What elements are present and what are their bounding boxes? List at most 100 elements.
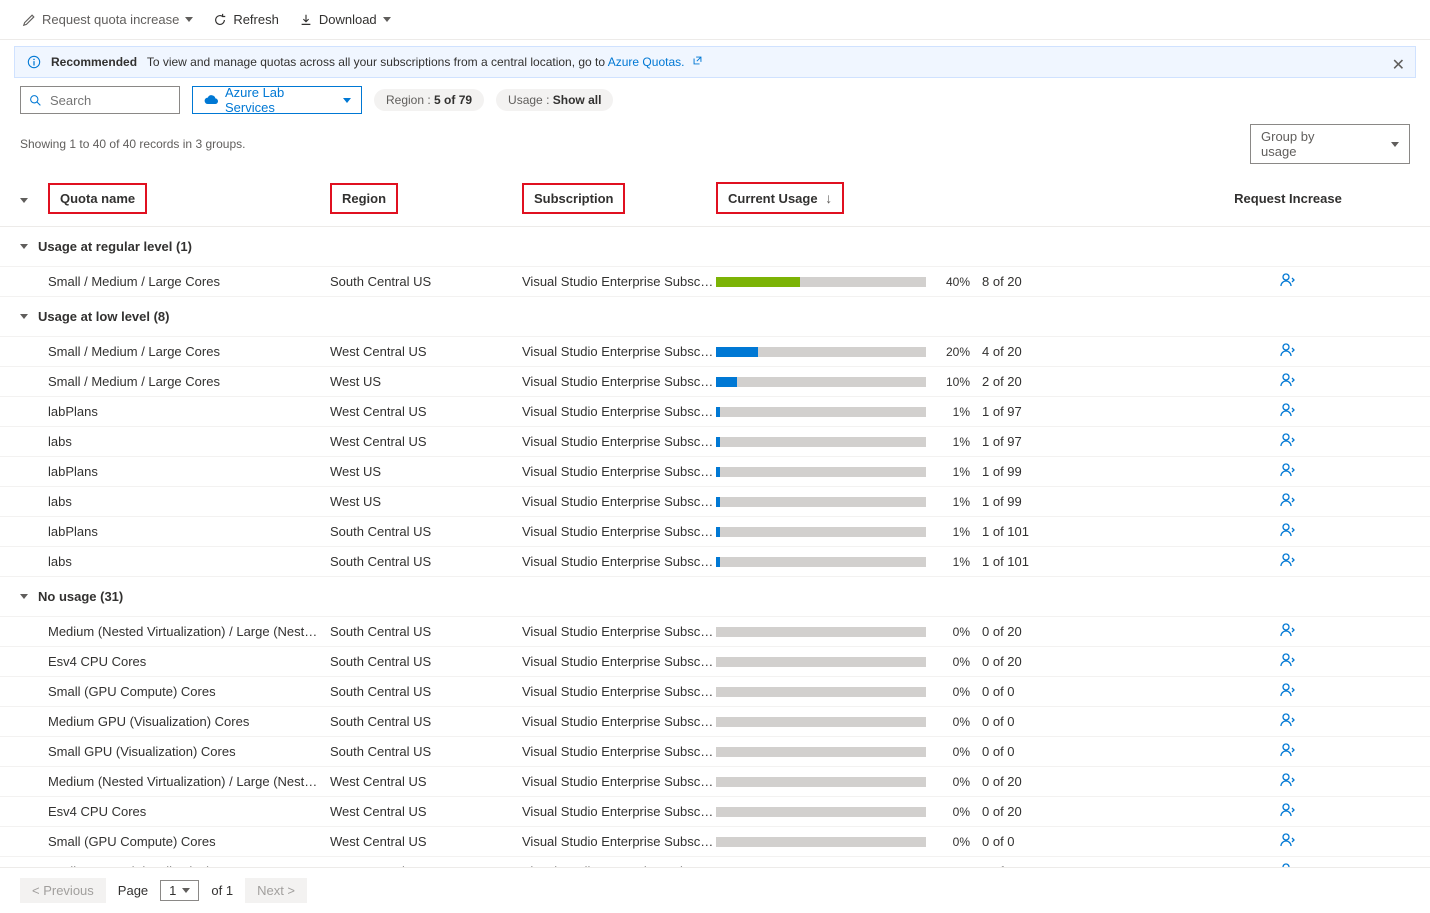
usage-pct: 1% xyxy=(936,555,970,569)
request-cell xyxy=(1166,802,1410,821)
col-region-label: Region xyxy=(342,191,386,206)
request-quota-button[interactable]: Request quota increase xyxy=(20,8,195,31)
status-row: Showing 1 to 40 of 40 records in 3 group… xyxy=(0,122,1430,168)
quota-cell: 0 of 20 xyxy=(976,774,1166,789)
table-body[interactable]: Usage at regular level (1)Small / Medium… xyxy=(0,227,1430,867)
sort-down-icon: ↓ xyxy=(825,190,832,206)
search-input[interactable] xyxy=(48,92,171,109)
azure-quotas-link[interactable]: Azure Quotas. xyxy=(608,55,685,69)
usage-filter[interactable]: Usage : Show all xyxy=(496,89,613,111)
subscription-cell: Visual Studio Enterprise Subscri... xyxy=(522,834,716,849)
quota-cell: 1 of 99 xyxy=(976,494,1166,509)
usage-cell: 0% xyxy=(716,625,976,639)
usage-bar xyxy=(716,557,926,567)
table-row: Small (GPU Compute) CoresSouth Central U… xyxy=(0,677,1430,707)
quota-name: labs xyxy=(48,554,330,569)
table-row: Esv4 CPU CoresSouth Central USVisual Stu… xyxy=(0,647,1430,677)
request-increase-button[interactable] xyxy=(1280,626,1296,641)
subscription-cell: Visual Studio Enterprise Subscri... xyxy=(522,434,716,449)
close-banner-button[interactable]: ✕ xyxy=(1392,55,1405,75)
request-increase-button[interactable] xyxy=(1280,686,1296,701)
cloud-icon xyxy=(203,93,219,107)
expand-all-toggle[interactable] xyxy=(20,198,28,203)
prev-page-button[interactable]: < Previous xyxy=(20,878,106,903)
request-increase-button[interactable] xyxy=(1280,866,1296,867)
usage-bar xyxy=(716,687,926,697)
usage-bar xyxy=(716,377,926,387)
banner-text: Recommended To view and manage quotas ac… xyxy=(51,55,703,69)
usage-bar xyxy=(716,437,926,447)
quota-cell: 4 of 20 xyxy=(976,344,1166,359)
col-request-increase[interactable]: Request Increase xyxy=(1234,191,1342,206)
region-cell: South Central US xyxy=(330,554,522,569)
region-pill-label: Region : xyxy=(386,93,434,107)
request-increase-button[interactable] xyxy=(1280,806,1296,821)
request-increase-button[interactable] xyxy=(1280,466,1296,481)
request-increase-button[interactable] xyxy=(1280,376,1296,391)
request-cell xyxy=(1166,462,1410,481)
request-increase-button[interactable] xyxy=(1280,656,1296,671)
chevron-down-icon xyxy=(20,244,28,249)
usage-pct: 0% xyxy=(936,835,970,849)
region-filter[interactable]: Region : 5 of 79 xyxy=(374,89,484,111)
request-increase-button[interactable] xyxy=(1280,276,1296,291)
col-quota-name[interactable]: Quota name xyxy=(48,183,147,214)
pencil-icon xyxy=(22,13,36,27)
refresh-button[interactable]: Refresh xyxy=(211,8,281,31)
col-region[interactable]: Region xyxy=(330,183,398,214)
download-icon xyxy=(299,13,313,27)
group-header[interactable]: Usage at regular level (1) xyxy=(0,227,1430,267)
chevron-down-icon xyxy=(20,594,28,599)
subscription-cell: Visual Studio Enterprise Subscri... xyxy=(522,864,716,867)
region-cell: South Central US xyxy=(330,714,522,729)
col-current-usage[interactable]: Current Usage ↓ xyxy=(716,182,844,214)
table-row: labPlansWest USVisual Studio Enterprise … xyxy=(0,457,1430,487)
request-increase-button[interactable] xyxy=(1280,776,1296,791)
search-input-wrap[interactable] xyxy=(20,86,180,114)
table-header: Quota name Region Subscription Current U… xyxy=(0,168,1430,227)
download-button[interactable]: Download xyxy=(297,8,393,31)
request-increase-button[interactable] xyxy=(1280,556,1296,571)
request-cell xyxy=(1166,832,1410,851)
page-select[interactable]: 1 xyxy=(160,880,199,901)
request-increase-button[interactable] xyxy=(1280,836,1296,851)
request-increase-button[interactable] xyxy=(1280,406,1296,421)
region-cell: South Central US xyxy=(330,654,522,669)
quota-cell: 0 of 0 xyxy=(976,714,1166,729)
usage-cell: 0% xyxy=(716,835,976,849)
col-subscription[interactable]: Subscription xyxy=(522,183,625,214)
group-by-label: Group by usage xyxy=(1261,129,1351,159)
quota-name: labPlans xyxy=(48,404,330,419)
request-increase-button[interactable] xyxy=(1280,496,1296,511)
request-increase-button[interactable] xyxy=(1280,526,1296,541)
request-increase-button[interactable] xyxy=(1280,346,1296,361)
provider-select[interactable]: Azure Lab Services xyxy=(192,86,362,114)
usage-pct: 10% xyxy=(936,375,970,389)
request-increase-button[interactable] xyxy=(1280,716,1296,731)
usage-cell: 0% xyxy=(716,865,976,868)
group-by-select[interactable]: Group by usage xyxy=(1250,124,1410,164)
request-increase-button[interactable] xyxy=(1280,436,1296,451)
request-cell xyxy=(1166,862,1410,867)
region-cell: West Central US xyxy=(330,434,522,449)
table-row: labPlansSouth Central USVisual Studio En… xyxy=(0,517,1430,547)
usage-pct: 20% xyxy=(936,345,970,359)
usage-bar xyxy=(716,837,926,847)
group-header[interactable]: No usage (31) xyxy=(0,577,1430,617)
usage-cell: 40% xyxy=(716,275,976,289)
chevron-down-icon xyxy=(1391,142,1399,147)
page-label: Page xyxy=(118,883,148,898)
banner-bold: Recommended xyxy=(51,55,137,69)
usage-cell: 1% xyxy=(716,495,976,509)
quota-cell: 1 of 97 xyxy=(976,434,1166,449)
group-header[interactable]: Usage at low level (8) xyxy=(0,297,1430,337)
usage-bar xyxy=(716,497,926,507)
region-cell: West US xyxy=(330,464,522,479)
usage-pct: 1% xyxy=(936,495,970,509)
request-cell xyxy=(1166,272,1410,291)
usage-cell: 0% xyxy=(716,775,976,789)
next-page-button[interactable]: Next > xyxy=(245,878,307,903)
request-increase-button[interactable] xyxy=(1280,746,1296,761)
quota-name: Esv4 CPU Cores xyxy=(48,804,330,819)
quota-name: labPlans xyxy=(48,524,330,539)
